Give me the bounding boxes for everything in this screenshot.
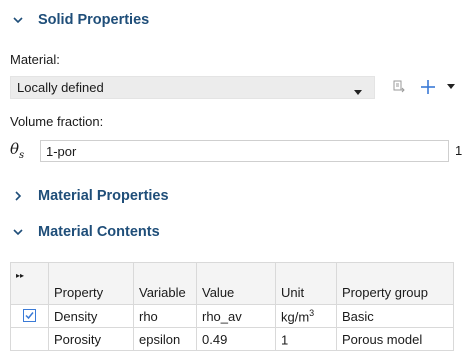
fast-forward-icon: ▸▸ <box>16 271 25 280</box>
cell-value[interactable]: 0.49 <box>196 327 276 351</box>
cell-unit: 1 <box>275 327 337 351</box>
cell-value[interactable]: rho_av <box>196 304 276 328</box>
cell-variable: rho <box>133 304 197 328</box>
checkbox-checked-icon[interactable] <box>23 308 36 322</box>
volume-fraction-value: 1-por <box>46 143 77 159</box>
table-header-row: ▸▸ Property Variable Value Unit Property… <box>10 262 454 305</box>
material-label: Material: <box>10 52 60 67</box>
row-checkbox-cell[interactable] <box>10 304 49 328</box>
column-header-property-group[interactable]: Property group <box>336 262 454 305</box>
section-title: Material Properties <box>38 188 169 204</box>
chevron-down-icon <box>10 12 26 28</box>
add-material-button[interactable] <box>418 77 438 97</box>
chevron-down-icon <box>10 224 26 240</box>
dropdown-arrow-icon <box>447 84 455 89</box>
cell-unit: kg/m3 <box>275 304 337 328</box>
section-solid-properties[interactable]: Solid Properties <box>0 8 463 32</box>
material-contents-table: ▸▸ Property Variable Value Unit Property… <box>10 262 454 351</box>
material-select[interactable]: Locally defined <box>10 76 375 99</box>
section-title: Material Contents <box>38 224 160 240</box>
volume-fraction-input[interactable]: 1-por <box>40 140 449 162</box>
section-material-contents[interactable]: Material Contents <box>0 220 463 244</box>
dropdown-arrow-icon <box>354 84 362 99</box>
column-header-value[interactable]: Value <box>196 262 276 305</box>
volume-fraction-symbol: θs <box>10 138 24 162</box>
chevron-right-icon <box>10 188 26 204</box>
table-corner-cell[interactable]: ▸▸ <box>10 262 49 305</box>
section-material-properties[interactable]: Material Properties <box>0 184 463 208</box>
plus-icon <box>421 80 435 94</box>
volume-fraction-unit: 1 <box>455 143 463 158</box>
row-checkbox-cell[interactable] <box>10 327 49 351</box>
volume-fraction-label: Volume fraction: <box>10 114 104 129</box>
column-header-variable[interactable]: Variable <box>133 262 197 305</box>
unit-base: 1 <box>281 332 289 348</box>
table-row[interactable]: Porosity epsilon 0.49 1 Porous model <box>10 327 454 351</box>
add-material-menu-button[interactable] <box>445 80 457 94</box>
column-header-property[interactable]: Property <box>48 262 134 305</box>
cell-property-group: Porous model <box>336 327 454 351</box>
cell-property: Porosity <box>48 327 134 351</box>
theta-subscript: s <box>19 149 25 161</box>
cell-property-group: Basic <box>336 304 454 328</box>
table-row[interactable]: Density rho rho_av kg/m3 Basic <box>10 304 454 328</box>
material-select-value: Locally defined <box>17 80 104 95</box>
cell-property: Density <box>48 304 134 328</box>
theta-symbol: θ <box>10 139 20 158</box>
cell-variable: epsilon <box>133 327 197 351</box>
unit-base: kg/m <box>281 309 310 325</box>
column-header-unit[interactable]: Unit <box>275 262 337 305</box>
go-to-material-button[interactable] <box>391 79 407 95</box>
section-title: Solid Properties <box>38 12 150 28</box>
go-to-source-icon <box>393 80 405 93</box>
unit-superscript: 3 <box>309 307 315 318</box>
